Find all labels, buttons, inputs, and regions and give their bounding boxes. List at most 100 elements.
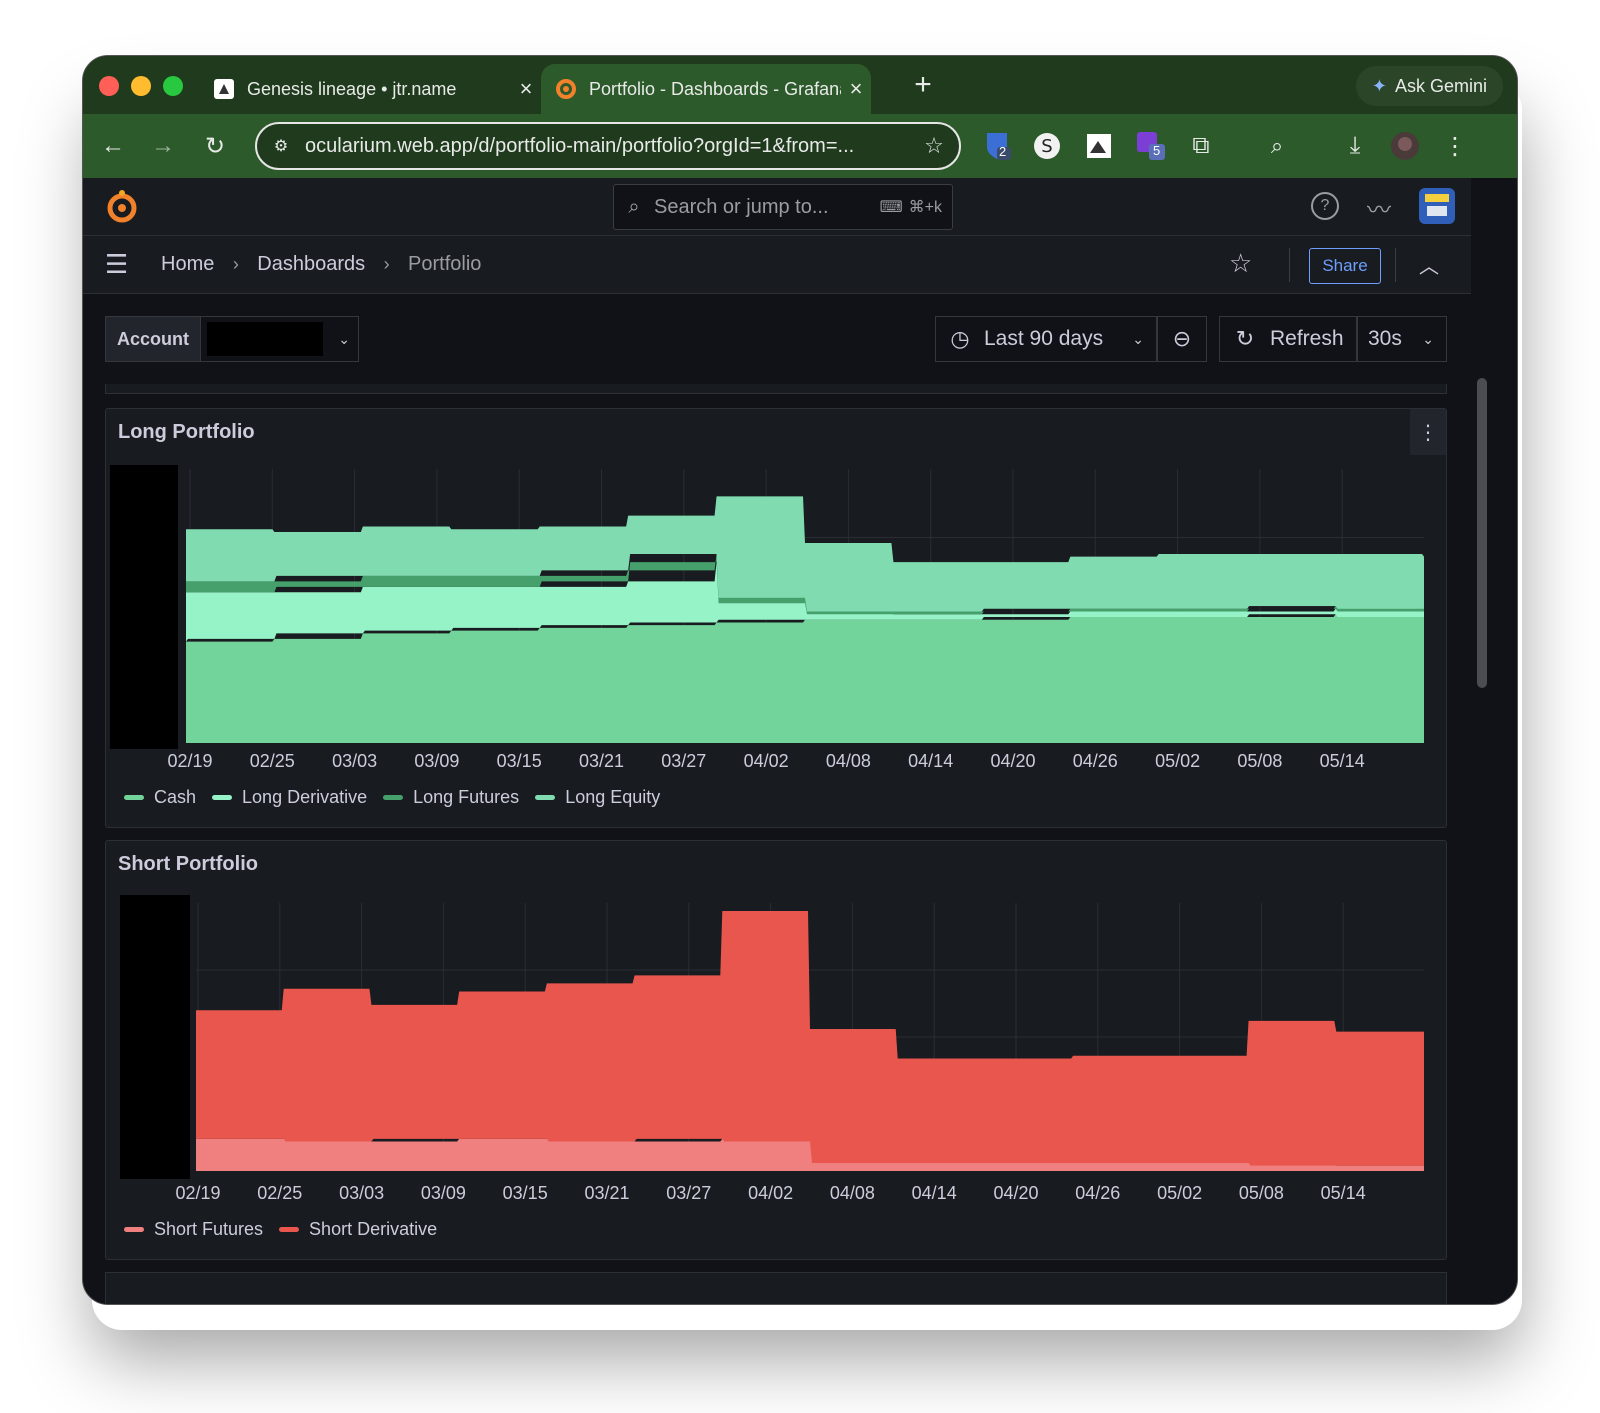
close-tab-icon[interactable]: × bbox=[511, 76, 541, 102]
chevron-right-icon: › bbox=[232, 254, 239, 274]
close-tab-icon[interactable]: × bbox=[841, 76, 871, 102]
forward-arrow-icon[interactable]: → bbox=[145, 128, 181, 164]
breadcrumb: Home › Dashboards › Portfolio bbox=[161, 253, 481, 276]
zoom-out-button[interactable]: ⊖ bbox=[1157, 316, 1207, 362]
legend-label: Long Equity bbox=[565, 787, 661, 807]
refresh-button[interactable]: ↻ Refresh bbox=[1219, 316, 1357, 362]
time-range-picker[interactable]: ◷ Last 90 days ⌄ bbox=[935, 316, 1157, 362]
series-area-short-derivative bbox=[196, 911, 1424, 1166]
gemini-sparkle-icon: ✦ bbox=[1371, 75, 1387, 96]
help-icon[interactable]: ? bbox=[1311, 192, 1339, 220]
legend-item-long-equity[interactable]: Long Equity bbox=[535, 787, 660, 808]
clock-icon: ◷ bbox=[950, 326, 970, 351]
divider bbox=[1289, 248, 1290, 282]
x-tick-label: 04/14 bbox=[908, 751, 954, 771]
ask-gemini-button[interactable]: ✦ Ask Gemini bbox=[1355, 66, 1503, 106]
extension-image-icon[interactable] bbox=[1081, 128, 1117, 164]
svg-text:S: S bbox=[1041, 136, 1052, 157]
series-area-cash bbox=[186, 614, 1424, 743]
redacted-y-axis bbox=[120, 895, 190, 1179]
account-select[interactable]: ⌄ bbox=[201, 316, 359, 362]
legend-item-short-futures[interactable]: Short Futures bbox=[124, 1219, 263, 1240]
scrollbar-thumb[interactable] bbox=[1477, 378, 1487, 688]
x-tick-label: 02/25 bbox=[257, 1183, 303, 1203]
profile-avatar[interactable] bbox=[1387, 128, 1423, 164]
bookmark-star-icon[interactable]: ☆ bbox=[909, 133, 959, 159]
short-portfolio-panel: Short Portfolio 02/19 02/25 03/03 03/09 03/1… bbox=[105, 840, 1447, 1260]
browser-menu-icon[interactable]: ⋮ bbox=[1437, 128, 1473, 164]
x-tick-label: 05/14 bbox=[1319, 751, 1365, 771]
reload-icon[interactable]: ↻ bbox=[197, 128, 233, 164]
url-text: ocularium.web.app/d/portfolio-main/portf… bbox=[305, 134, 855, 157]
maximize-window-button[interactable] bbox=[163, 76, 183, 96]
close-window-button[interactable] bbox=[99, 76, 119, 96]
breadcrumb-dashboards[interactable]: Dashboards bbox=[257, 253, 365, 275]
address-bar[interactable]: ⚙ ocularium.web.app/d/portfolio-main/por… bbox=[255, 122, 961, 170]
breadcrumb-portfolio: Portfolio bbox=[408, 253, 482, 275]
legend-item-cash[interactable]: Cash bbox=[124, 787, 196, 808]
extension-p-icon[interactable]: 5 bbox=[1133, 128, 1169, 164]
x-tick-label: 03/09 bbox=[420, 1183, 466, 1203]
x-tick-label: 05/14 bbox=[1320, 1183, 1366, 1203]
share-button[interactable]: Share bbox=[1309, 248, 1381, 284]
next-panel-edge bbox=[105, 1272, 1447, 1304]
chevron-down-icon: ⌄ bbox=[1422, 330, 1434, 347]
refresh-interval-label: 30s bbox=[1368, 327, 1402, 350]
grafana-icon bbox=[555, 78, 577, 100]
x-tick-label: 03/15 bbox=[496, 751, 542, 771]
legend-item-short-derivative[interactable]: Short Derivative bbox=[279, 1219, 437, 1240]
site-settings-icon[interactable]: ⚙ bbox=[257, 136, 305, 156]
x-tick-label: 04/08 bbox=[829, 1183, 875, 1203]
legend: Short Futures Short Derivative bbox=[124, 1219, 437, 1240]
x-tick-label: 04/14 bbox=[911, 1183, 957, 1203]
extension-s-icon[interactable]: S bbox=[1029, 128, 1065, 164]
legend-label: Long Futures bbox=[413, 787, 520, 807]
x-tick-label: 03/03 bbox=[332, 751, 378, 771]
legend-item-long-futures[interactable]: Long Futures bbox=[383, 787, 519, 808]
tab-grafana-portfolio[interactable]: Portfolio - Dashboards - Grafana × bbox=[541, 64, 871, 114]
collapse-chevron-up-icon[interactable]: ︿ bbox=[1419, 250, 1439, 279]
page-scrollbar[interactable] bbox=[1471, 178, 1517, 1304]
x-tick-label: 04/20 bbox=[990, 751, 1036, 771]
gemini-label: Ask Gemini bbox=[1394, 75, 1487, 96]
browser-toolbar: ← → ↻ ⚙ ocularium.web.app/d/portfolio-ma… bbox=[83, 114, 1517, 178]
x-tick-label: 04/26 bbox=[1075, 1183, 1121, 1203]
redacted-value bbox=[207, 322, 323, 356]
long-portfolio-panel: Long Portfolio ⋮ 02/19 02/25 03/03 03/09 03/… bbox=[105, 408, 1447, 828]
refresh-interval-select[interactable]: 30s ⌄ bbox=[1357, 316, 1447, 362]
redacted-y-axis bbox=[110, 465, 178, 749]
news-feed-icon[interactable]: 〰 bbox=[1367, 190, 1391, 225]
variable-label: Account bbox=[105, 316, 201, 362]
divider bbox=[1395, 248, 1396, 282]
menu-hamburger-icon[interactable]: ☰ bbox=[105, 249, 135, 280]
x-tick-label: 04/08 bbox=[825, 751, 871, 771]
browser-window: Genesis lineage • jtr.name × Portfolio -… bbox=[82, 55, 1518, 1305]
extension-shield-icon[interactable]: 2 bbox=[981, 128, 1017, 164]
favorite-star-icon[interactable]: ☆ bbox=[1229, 248, 1252, 279]
breadcrumb-home[interactable]: Home bbox=[161, 253, 214, 275]
download-icon[interactable]: ⤓ bbox=[1337, 128, 1373, 164]
dashboard-body: Account ⌄ ◷ Last 90 days ⌄ ⊖ ↻ Refresh 3… bbox=[83, 294, 1471, 1304]
legend-label: Short Futures bbox=[154, 1219, 264, 1239]
extensions-puzzle-icon[interactable]: ⧉ bbox=[1183, 128, 1219, 164]
variable-account: Account ⌄ bbox=[105, 316, 359, 362]
x-tick-label: 03/27 bbox=[661, 751, 707, 771]
tab-genesis-lineage[interactable]: Genesis lineage • jtr.name × bbox=[199, 64, 541, 114]
search-icon: ⌕ bbox=[628, 195, 640, 218]
new-tab-button[interactable]: + bbox=[903, 68, 943, 102]
legend-label: Cash bbox=[154, 787, 197, 807]
user-avatar[interactable] bbox=[1419, 188, 1455, 224]
tab-title: Genesis lineage • jtr.name bbox=[247, 78, 457, 99]
x-tick-label: 03/15 bbox=[502, 1183, 548, 1203]
x-tick-label: 04/26 bbox=[1072, 751, 1118, 771]
tab-search-icon[interactable]: ⌕ bbox=[1259, 128, 1295, 164]
legend: Cash Long Derivative Long Futures Long E… bbox=[124, 787, 660, 808]
legend-item-long-derivative[interactable]: Long Derivative bbox=[212, 787, 367, 808]
search-placeholder: Search or jump to... bbox=[654, 195, 829, 218]
x-tick-label: 02/19 bbox=[167, 751, 213, 771]
grafana-logo-icon[interactable] bbox=[103, 188, 141, 226]
x-tick-label: 04/02 bbox=[743, 751, 789, 771]
search-input[interactable]: ⌕ Search or jump to... ⌨ ⌘+k bbox=[613, 184, 953, 230]
back-arrow-icon[interactable]: ← bbox=[95, 128, 131, 164]
minimize-window-button[interactable] bbox=[131, 76, 151, 96]
